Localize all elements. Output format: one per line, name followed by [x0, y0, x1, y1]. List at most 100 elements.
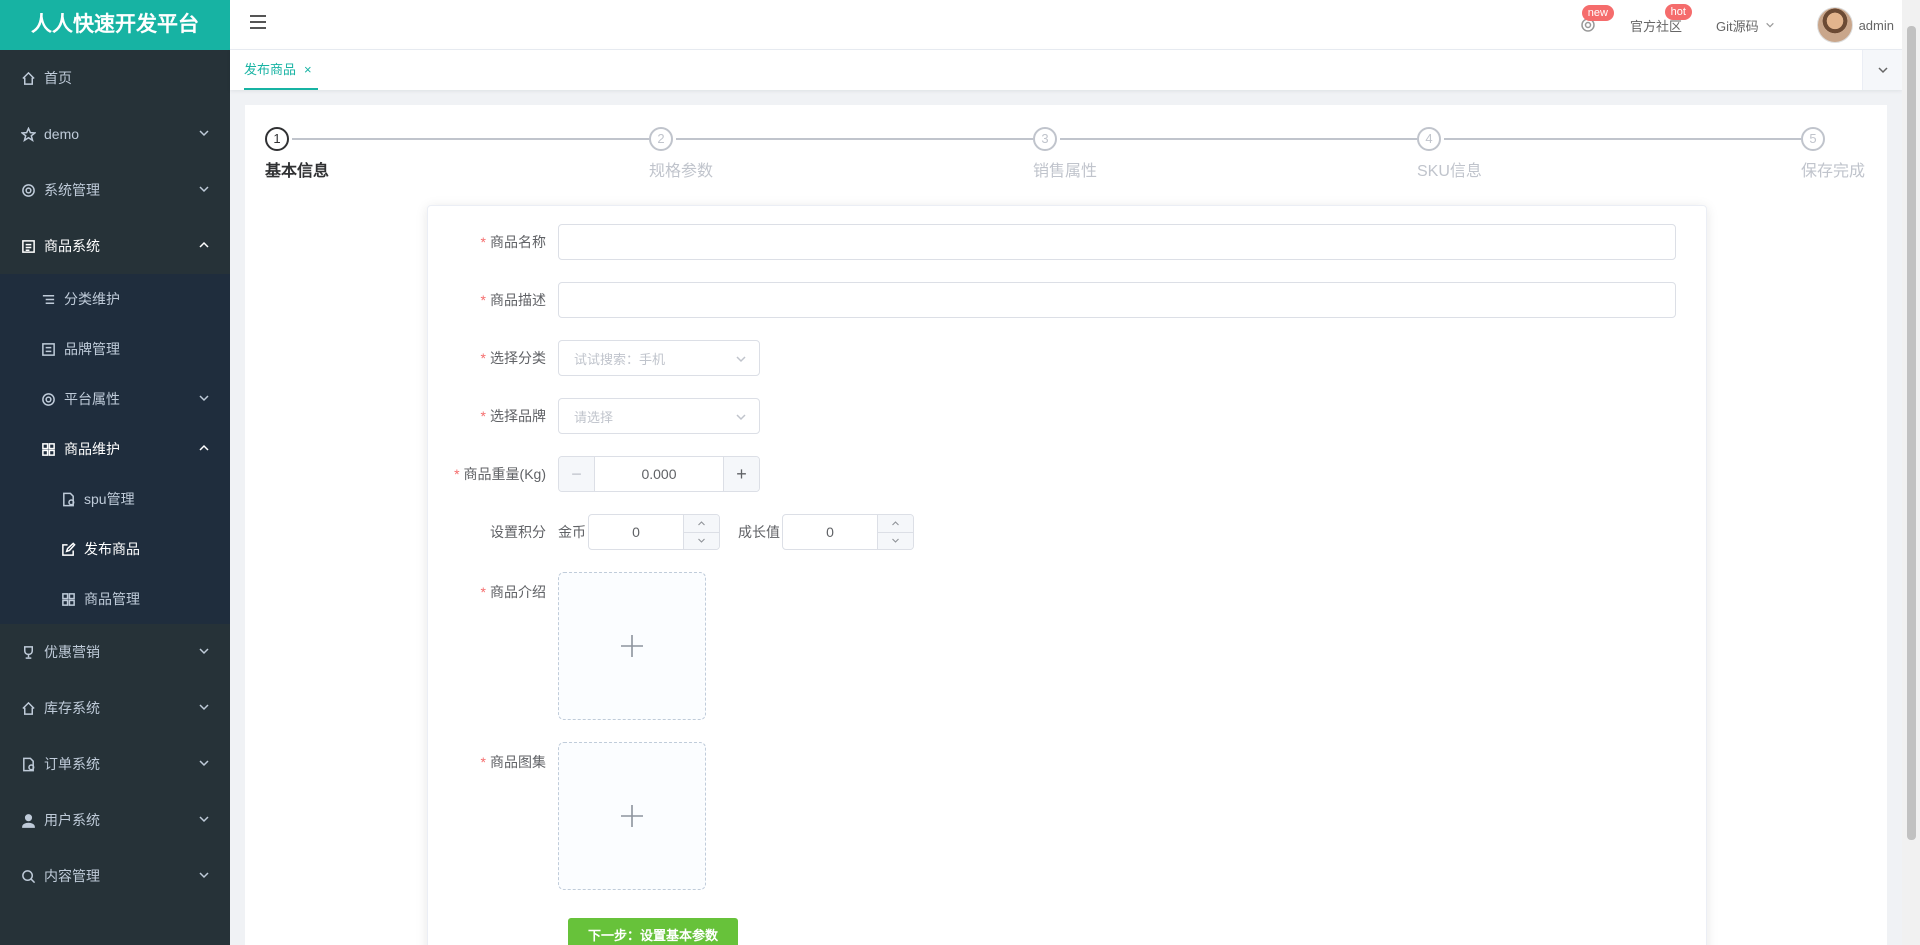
step-title: 规格参数: [649, 163, 714, 180]
decrement-button[interactable]: −: [559, 457, 595, 491]
step-line: [1060, 138, 1417, 140]
product-name-input[interactable]: [558, 224, 1676, 260]
sidebar-item-brand[interactable]: 品牌管理: [0, 324, 230, 374]
step-title: 基本信息: [265, 163, 330, 180]
sidebar-item-label: 内容管理: [44, 868, 100, 884]
app-logo[interactable]: 人人快速开发平台: [0, 0, 230, 50]
product-icon: [20, 238, 36, 254]
chevron-down-icon: [198, 126, 210, 138]
step-5: 5 保存完成: [1801, 127, 1865, 181]
sidebar-item-demo[interactable]: demo: [0, 106, 230, 162]
close-icon[interactable]: ×: [304, 62, 312, 77]
hot-badge: hot: [1664, 3, 1692, 20]
sidebar-item-product-manage[interactable]: 商品管理: [0, 574, 230, 624]
gear-icon: [20, 182, 36, 198]
increase-button[interactable]: [878, 515, 913, 533]
sidebar-item-label: spu管理: [84, 491, 135, 507]
chevron-down-icon: [198, 391, 210, 403]
tabs-dropdown[interactable]: [1862, 50, 1902, 90]
gallery-upload[interactable]: [558, 742, 706, 890]
chevron-up-icon: [198, 238, 210, 250]
user-menu[interactable]: admin: [1816, 7, 1894, 43]
sidebar-item-marketing[interactable]: 优惠营销: [0, 624, 230, 680]
chevron-down-icon: [198, 868, 210, 880]
trophy-icon: [20, 644, 36, 660]
increase-button[interactable]: [684, 515, 719, 533]
sidebar-item-attributes[interactable]: 平台属性: [0, 374, 230, 424]
order-icon: [20, 756, 36, 772]
sidebar-item-users[interactable]: 用户系统: [0, 792, 230, 848]
weight-input: − 0.000 +: [558, 456, 760, 492]
sidebar-item-system[interactable]: 系统管理: [0, 162, 230, 218]
chevron-up-icon: [198, 441, 210, 453]
step-number: 3: [1033, 127, 1057, 151]
search-icon: [20, 868, 36, 884]
scrollbar-thumb[interactable]: [1907, 26, 1916, 840]
chevron-down-icon: [198, 182, 210, 194]
community-link[interactable]: 官方社区 hot: [1630, 3, 1692, 35]
sidebar-item-product-system[interactable]: 商品系统: [0, 218, 230, 274]
edit-icon: [60, 541, 76, 557]
sidebar-item-label: 系统管理: [44, 182, 100, 198]
list-icon: [40, 291, 56, 307]
user-icon: [20, 812, 36, 828]
coins-label: 金币: [558, 524, 586, 540]
category-select[interactable]: 试试搜索：手机: [558, 340, 760, 376]
document-gear-icon: [60, 491, 76, 507]
form-row-brand: 选择品牌 请选择: [428, 398, 760, 434]
main-content: 1 基本信息 2 规格参数 3 销售属性 4 SKU信息 5 保存完成 商品名称…: [245, 105, 1887, 945]
sidebar-item-orders[interactable]: 订单系统: [0, 736, 230, 792]
chevron-down-icon: [892, 538, 899, 544]
sidebar-item-label: 首页: [44, 70, 72, 86]
form-row-category: 选择分类 试试搜索：手机: [428, 340, 760, 376]
sidebar-item-home[interactable]: 首页: [0, 50, 230, 106]
submenu-product-system: 分类维护 品牌管理 平台属性 商品维护 spu管理 发布商品 商品管理: [0, 274, 230, 624]
chevron-down-icon: [735, 411, 747, 426]
sidebar-item-category[interactable]: 分类维护: [0, 274, 230, 324]
page-scrollbar[interactable]: [1902, 0, 1920, 945]
form-label: 商品图集: [428, 742, 558, 772]
step-4: 4 SKU信息: [1417, 127, 1482, 181]
tab-publish-product[interactable]: 发布商品 ×: [244, 50, 318, 90]
brand-select[interactable]: 请选择: [558, 398, 760, 434]
sidebar-item-content[interactable]: 内容管理: [0, 848, 230, 904]
intro-upload[interactable]: [558, 572, 706, 720]
plus-icon: [621, 635, 643, 657]
sidebar-item-inventory[interactable]: 库存系统: [0, 680, 230, 736]
form-label: 商品重量(Kg): [428, 464, 558, 484]
sidebar-menu: 首页 demo 系统管理 商品系统 分类维护 品牌管理 平台属性 商品维护 sp…: [0, 50, 230, 904]
form-label: 选择分类: [428, 348, 558, 368]
step-1: 1 基本信息: [265, 127, 329, 181]
sidebar-item-label: 品牌管理: [64, 341, 120, 357]
grid-icon: [40, 441, 56, 457]
step-title: 保存完成: [1801, 163, 1866, 180]
form-label: 商品描述: [428, 290, 558, 310]
form-label: 商品名称: [428, 232, 558, 252]
decrease-button[interactable]: [684, 532, 719, 549]
next-step-button[interactable]: 下一步：设置基本参数: [568, 918, 739, 945]
category-placeholder: 试试搜索：手机: [574, 351, 666, 367]
increment-button[interactable]: +: [723, 457, 759, 491]
growth-value[interactable]: 0: [783, 515, 877, 549]
sidebar-item-label: 优惠营销: [44, 644, 100, 660]
decrease-button[interactable]: [878, 532, 913, 549]
sidebar-item-product-maintain[interactable]: 商品维护: [0, 424, 230, 474]
sidebar-item-label: 用户系统: [44, 812, 100, 828]
sidebar-item-spu[interactable]: spu管理: [0, 474, 230, 524]
navbar-right: new 官方社区 hot Git源码 admin: [1552, 0, 1894, 50]
sidebar-item-publish[interactable]: 发布商品: [0, 524, 230, 574]
weight-value[interactable]: 0.000: [595, 457, 723, 491]
menu-toggle-icon[interactable]: [250, 15, 268, 33]
chevron-down-icon: [1877, 67, 1888, 74]
growth-label: 成长值: [738, 524, 780, 540]
chevron-down-icon: [198, 644, 210, 656]
settings-button[interactable]: new: [1580, 5, 1614, 33]
coins-value[interactable]: 0: [589, 515, 683, 549]
step-3: 3 销售属性: [1033, 127, 1097, 181]
git-source-dropdown[interactable]: Git源码: [1716, 16, 1775, 35]
chevron-down-icon: [1765, 22, 1774, 28]
form-row-points: 设置积分 金币 0 成长值 0: [428, 514, 914, 550]
step-2: 2 规格参数: [649, 127, 713, 181]
product-desc-input[interactable]: [558, 282, 1676, 318]
step-number: 4: [1417, 127, 1441, 151]
